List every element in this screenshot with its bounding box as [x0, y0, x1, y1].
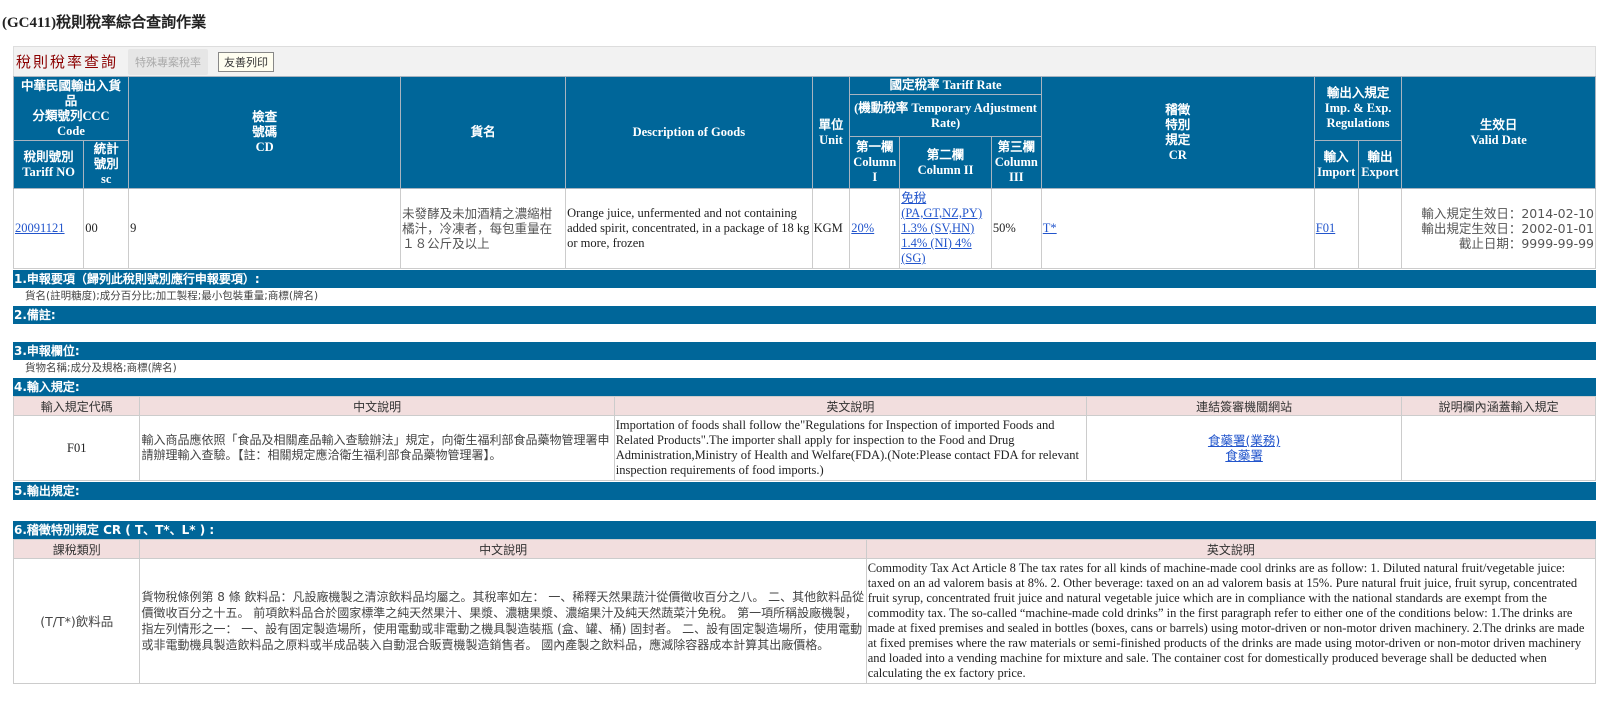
section-1-header: 1.申報要項（歸列此稅則號別應行申報要項）: — [13, 270, 1596, 288]
header-goods-name: 貨名 — [400, 76, 567, 189]
col-header: 說明欄內涵蓋輸入規定 — [1401, 396, 1596, 416]
col-header: 連結簽審機關網站 — [1085, 396, 1403, 416]
valid-date-cell: 輸入規定生效日：2014-02-10 輸出規定生效日：2002-01-01 截止… — [1401, 188, 1596, 269]
header-export: 輸出 Export — [1357, 140, 1403, 189]
query-panel: 稅則稅率查詢 特殊專案稅率 友善列印 中華民國輸出入貨品 分類號列CCC Code … — [12, 46, 1597, 684]
zh-description-cell: 貨物稅條例第 8 條 飲料品：凡設廠機製之清涼飲料品均屬之。其稅率如左： 一、稀… — [139, 558, 867, 684]
section-2-header: 2.備註: — [13, 306, 1596, 324]
cd-cell: 9 — [128, 188, 402, 269]
header-cr: 稽徵 特別 規定 CR — [1040, 76, 1315, 189]
section-3-header: 3.申報欄位: — [13, 342, 1596, 360]
header-ccc-code: 中華民國輸出入貨品 分類號列CCC Code — [12, 76, 130, 141]
fda-business-link[interactable]: 食藥署(業務) — [1208, 433, 1280, 448]
zh-description-cell: 輸入商品應依照「食品及相關產品輸入查驗辦法」規定，向衛生福利部食品藥物管理署申請… — [139, 415, 615, 481]
export-cell — [1357, 188, 1403, 269]
section-2-body — [13, 324, 1596, 341]
header-col2: 第二欄 Column II — [899, 136, 992, 189]
import-reg-link[interactable]: F01 — [1316, 221, 1335, 235]
tariff-table: 中華民國輸出入貨品 分類號列CCC Code 檢查 號碼 CD 貨名 Descripti… — [12, 76, 1596, 269]
header-tariff-rate: 國定稅率 Tariff Rate — [849, 76, 1042, 95]
section-1-body: 貨名(註明糖度);成分百分比;加工製程;最小包裝重量;商標(牌名) — [25, 290, 319, 302]
col-header: 中文說明 — [139, 539, 867, 559]
section-6-header: 6.稽徵特別規定 CR ( T、T*、L* ) : — [13, 521, 1596, 539]
agency-links-cell: 食藥署(業務) 食藥署 — [1085, 415, 1403, 481]
toolbar: 稅則稅率查詢 特殊專案稅率 友善列印 — [13, 46, 1596, 76]
print-button[interactable]: 友善列印 — [218, 51, 275, 72]
col-header: 課稅類別 — [12, 539, 141, 559]
page-title: (GC411)稅則稅率綜合查詢作業 — [2, 15, 207, 31]
goods-name-cell: 未發酵及未加酒精之濃縮柑橘汁，冷凍者，每包重量在１８公斤及以上 — [400, 188, 567, 269]
header-temp-rate: (機動稅率 Temporary Adjustment Rate) — [849, 94, 1042, 137]
fda-link[interactable]: 食藥署 — [1225, 448, 1263, 463]
section-4-header: 4.輸入規定: — [13, 378, 1596, 396]
table-row: (T/T*)飲料品 貨物稅條例第 8 條 飲料品：凡設廠機製之清涼飲料品均屬之。… — [12, 558, 1597, 684]
description-cell: Orange juice, unfermented and not contai… — [565, 188, 813, 269]
tariff-no-link[interactable]: 20091121 — [15, 221, 65, 235]
header-unit: 單位 Unit — [811, 76, 851, 189]
cr-link[interactable]: T* — [1043, 221, 1057, 235]
table-row: F01 輸入商品應依照「食品及相關產品輸入查驗辦法」規定，向衛生福利部食品藥物管… — [12, 415, 1596, 481]
header-col1: 第一欄 Column I — [849, 136, 901, 189]
header-col3: 第三欄 Column III — [990, 136, 1042, 189]
table-row: 20091121 00 9 未發酵及未加酒精之濃縮柑橘汁，冷凍者，每包重量在１８… — [12, 188, 1596, 269]
col3-cell: 50% — [990, 188, 1042, 269]
header-valid-date: 生效日 Valid Date — [1401, 76, 1596, 189]
panel-heading: 稅則稅率查詢 — [16, 53, 119, 71]
col1-rate-link[interactable]: 20% — [851, 221, 874, 235]
header-regulations: 輸出入規定 Imp. & Exp. Regulations — [1313, 76, 1403, 141]
cr-table: 課稅類別 中文說明 英文說明 (T/T*)飲料品 貨物稅條例第 8 條 飲料品：… — [12, 539, 1597, 684]
special-rate-button[interactable]: 特殊專案稅率 — [128, 48, 209, 75]
section-5-body — [13, 500, 1596, 517]
sc-cell: 00 — [83, 188, 130, 269]
en-description-cell: Importation of foods shall follow the"Re… — [613, 415, 1088, 481]
col-header: 輸入規定代碼 — [12, 396, 141, 416]
header-sc: 統計 號別 sc — [83, 140, 130, 189]
header-import: 輸入 Import — [1313, 140, 1359, 189]
covered-regs-cell — [1401, 415, 1596, 481]
header-tariff-no: 稅則號別 Tariff NO — [12, 140, 85, 189]
section-3-body: 貨物名稱;成分及規格;商標(牌名) — [25, 362, 177, 374]
col-header: 中文說明 — [139, 396, 615, 416]
col2-rate-link[interactable]: 免稅 (PA,GT,NZ,PY) 1.3% (SV,HN) 1.4% (NI) … — [901, 191, 982, 265]
col-header: 英文說明 — [613, 396, 1088, 416]
import-code-cell: F01 — [12, 415, 141, 481]
section-5-header: 5.輸出規定: — [13, 482, 1596, 500]
en-description-cell: Commodity Tax Act Article 8 The tax rate… — [865, 558, 1597, 684]
unit-cell: KGM — [811, 188, 851, 269]
header-description: Description of Goods — [565, 76, 813, 189]
import-regulations-table: 輸入規定代碼 中文說明 英文說明 連結簽審機關網站 說明欄內涵蓋輸入規定 F01… — [12, 396, 1596, 481]
tax-category-cell: (T/T*)飲料品 — [12, 558, 141, 684]
header-cd: 檢查 號碼 CD — [128, 76, 402, 189]
col-header: 英文說明 — [865, 539, 1597, 559]
